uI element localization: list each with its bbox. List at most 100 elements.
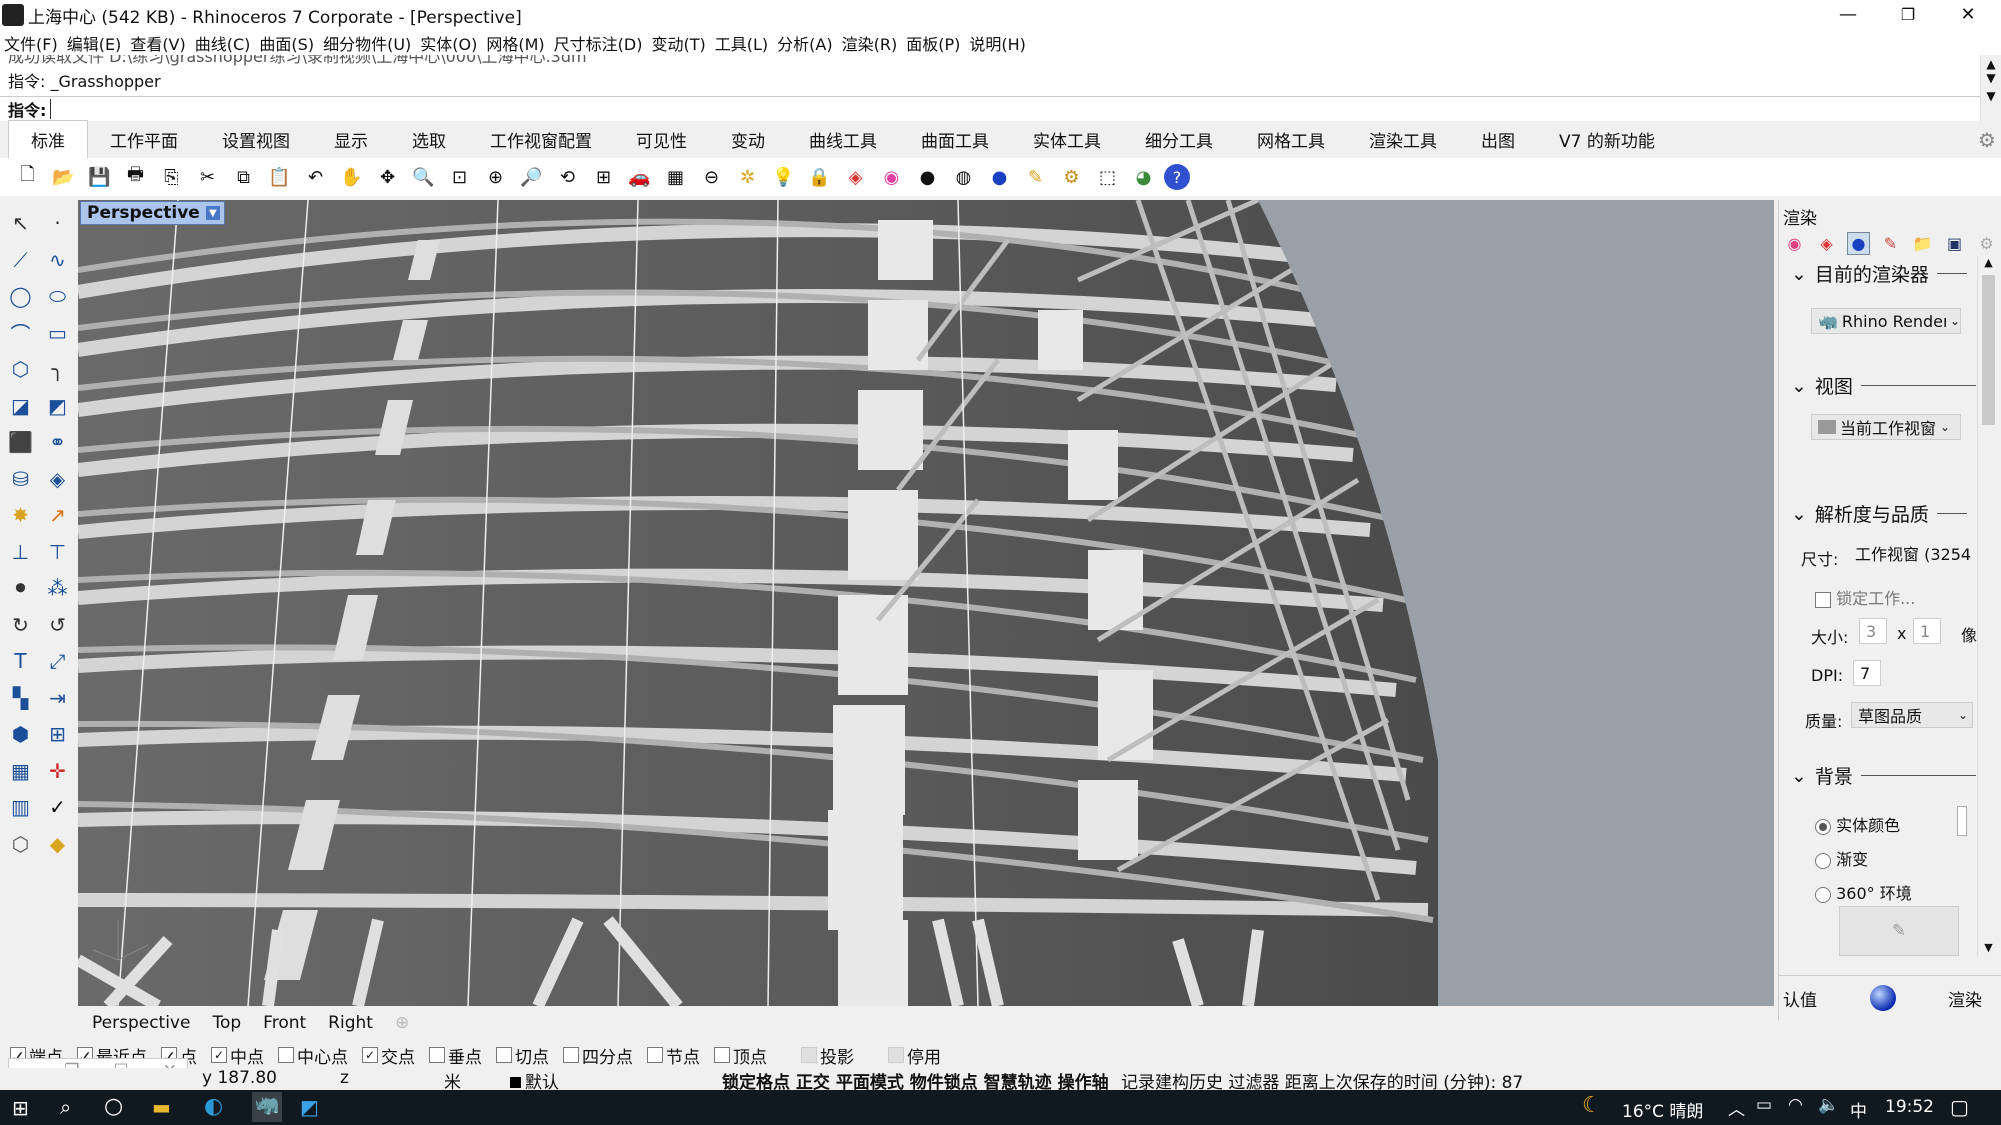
undo-icon[interactable]: ↶: [300, 162, 331, 193]
rotate-3d-icon[interactable]: ↻: [2, 607, 39, 644]
import-icon[interactable]: ⎘: [156, 162, 187, 193]
ime-indicator[interactable]: 中: [1850, 1097, 1867, 1122]
bg-solid-radio[interactable]: [1815, 818, 1831, 835]
rotate-2d-icon[interactable]: ↺: [39, 607, 76, 644]
tab-display[interactable]: 显示: [312, 127, 390, 158]
car-icon[interactable]: 🚗: [624, 162, 655, 193]
bg-360-option[interactable]: 360° 环境: [1815, 880, 1912, 904]
size-select[interactable]: 工作视窗 (3254: [1849, 540, 1977, 566]
zoom-window-icon[interactable]: ⊡: [444, 162, 475, 193]
pencil-icon[interactable]: ✎: [1892, 921, 1906, 941]
lock-viewport-checkbox[interactable]: [1815, 591, 1831, 608]
trim-icon[interactable]: ⊤: [39, 534, 76, 571]
color-wheel-icon[interactable]: ◉: [1783, 232, 1806, 255]
menu-solid[interactable]: 实体(O): [420, 31, 477, 55]
help-icon[interactable]: ?: [1164, 164, 1190, 190]
lock-viewport-row[interactable]: 锁定工作...: [1815, 585, 1915, 609]
new-file-icon[interactable]: 🗋: [12, 162, 43, 193]
wifi-icon[interactable]: ◠: [1788, 1095, 1803, 1115]
rhino-taskbar-icon[interactable]: 🦏: [252, 1092, 282, 1122]
tab-curve-tools[interactable]: 曲线工具: [787, 127, 899, 158]
save-icon[interactable]: 💾: [84, 162, 115, 193]
tab-surface-tools[interactable]: 曲面工具: [899, 127, 1011, 158]
help-panel-icon[interactable]: ▣: [1943, 232, 1966, 255]
osnap-icon[interactable]: ✲: [732, 162, 763, 193]
menu-file[interactable]: 文件(F): [4, 31, 58, 55]
app-taskbar-icon[interactable]: ◩: [300, 1095, 319, 1119]
renderer-select[interactable]: 🦏 Rhino Render ⌄: [1811, 308, 1961, 334]
tab-set-view[interactable]: 设置视图: [200, 127, 312, 158]
menu-edit[interactable]: 编辑(E): [67, 31, 122, 55]
vp-tab-right[interactable]: Right: [328, 1013, 373, 1033]
snap-perp[interactable]: 垂点: [429, 1043, 482, 1068]
color-wheel-icon[interactable]: ◉: [876, 162, 907, 193]
tray-chevron-icon[interactable]: ︿: [1728, 1095, 1745, 1120]
cylinder-icon[interactable]: ⛁: [2, 461, 39, 498]
zoom-selected-icon[interactable]: 🔎: [516, 162, 547, 193]
tab-transform[interactable]: 变动: [709, 127, 787, 158]
snap-quad[interactable]: 四分点: [563, 1043, 633, 1068]
environment-thumbnail[interactable]: ✎: [1839, 906, 1959, 956]
render-sphere-icon[interactable]: ●: [1847, 232, 1870, 255]
bg-solid-option[interactable]: 实体颜色: [1815, 812, 1900, 836]
rectangle-icon[interactable]: ▭: [39, 315, 76, 352]
cube-icon[interactable]: ⬡: [2, 826, 39, 863]
tab-solid-tools[interactable]: 实体工具: [1011, 127, 1123, 158]
lock-icon[interactable]: 🔒: [804, 162, 835, 193]
menu-subd[interactable]: 细分物件(U): [323, 31, 411, 55]
material-icon[interactable]: ✎: [1020, 162, 1051, 193]
height-field[interactable]: 1: [1913, 618, 1941, 644]
print-icon[interactable]: 🖶: [120, 162, 151, 193]
explode-icon[interactable]: ✸: [2, 497, 39, 534]
snap-cen[interactable]: 中心点: [278, 1043, 348, 1068]
snap-knot[interactable]: 节点: [647, 1043, 700, 1068]
solid-box-icon[interactable]: ⬢: [2, 716, 39, 753]
battery-icon[interactable]: ▭: [1756, 1095, 1772, 1115]
move-icon[interactable]: ⇥: [39, 680, 76, 717]
select-arrow-icon[interactable]: ↖: [2, 205, 39, 242]
polygon-icon[interactable]: ⬡: [2, 351, 39, 388]
bg-color-swatch[interactable]: [1957, 806, 1967, 836]
clock[interactable]: 19:52: [1885, 1097, 1934, 1117]
weather-text[interactable]: 16°C 晴朗: [1622, 1097, 1703, 1122]
box-icon[interactable]: ⬛: [2, 424, 39, 461]
tab-visibility[interactable]: 可见性: [614, 127, 709, 158]
render-button[interactable]: 渲染: [1948, 986, 1982, 1011]
snap-disable[interactable]: 停用: [888, 1043, 941, 1068]
minimize-button[interactable]: —: [1818, 0, 1878, 30]
search-icon[interactable]: ⌕: [60, 1095, 71, 1119]
vp-tab-top[interactable]: Top: [212, 1013, 241, 1033]
paste-icon[interactable]: 📋: [264, 162, 295, 193]
render-preview-icon[interactable]: ◍: [948, 162, 979, 193]
snap-tan[interactable]: 切点: [496, 1043, 549, 1068]
cut-icon[interactable]: ✂: [192, 162, 223, 193]
gumball-icon[interactable]: ✛: [39, 753, 76, 790]
array-icon[interactable]: ⊞: [39, 716, 76, 753]
vp-tab-front[interactable]: Front: [263, 1013, 306, 1033]
rotate-icon[interactable]: ⟲: [552, 162, 583, 193]
add-viewport-icon[interactable]: ⊕: [395, 1013, 409, 1033]
tab-render-tools[interactable]: 渲染工具: [1347, 127, 1459, 158]
menu-tools[interactable]: 工具(L): [715, 31, 768, 55]
grid-array-icon[interactable]: ▦: [2, 753, 39, 790]
menu-surface[interactable]: 曲面(S): [259, 31, 314, 55]
fillet-curve-icon[interactable]: ╮: [39, 351, 76, 388]
menu-view[interactable]: 查看(V): [130, 31, 185, 55]
section-renderer[interactable]: ⌄ 目前的渲染器: [1791, 260, 1967, 287]
snap-mid[interactable]: ✓ 中点: [211, 1043, 264, 1068]
polyline-icon[interactable]: ⟋: [2, 242, 39, 279]
viewport-title[interactable]: Perspective ▼: [80, 201, 225, 225]
layer-icon[interactable]: ◈: [840, 162, 871, 193]
dimension-icon[interactable]: ⤢: [39, 643, 76, 680]
loft-icon[interactable]: ◩: [39, 388, 76, 425]
file-explorer-icon[interactable]: ▬: [152, 1095, 171, 1119]
command-input[interactable]: [50, 99, 1980, 119]
command-scrollbar[interactable]: ▲ ▼ ▼: [1980, 55, 2001, 121]
copy-icon[interactable]: ⧉: [228, 162, 259, 193]
grasshopper-icon[interactable]: ◕: [1128, 162, 1159, 193]
folder-icon[interactable]: 📁: [1911, 232, 1934, 255]
zoom-extents-icon[interactable]: ⊕: [480, 162, 511, 193]
menu-transform[interactable]: 变动(T): [651, 31, 705, 55]
panel-gear-icon[interactable]: ⚙: [1975, 232, 1998, 255]
four-views-icon[interactable]: ⊞: [588, 162, 619, 193]
